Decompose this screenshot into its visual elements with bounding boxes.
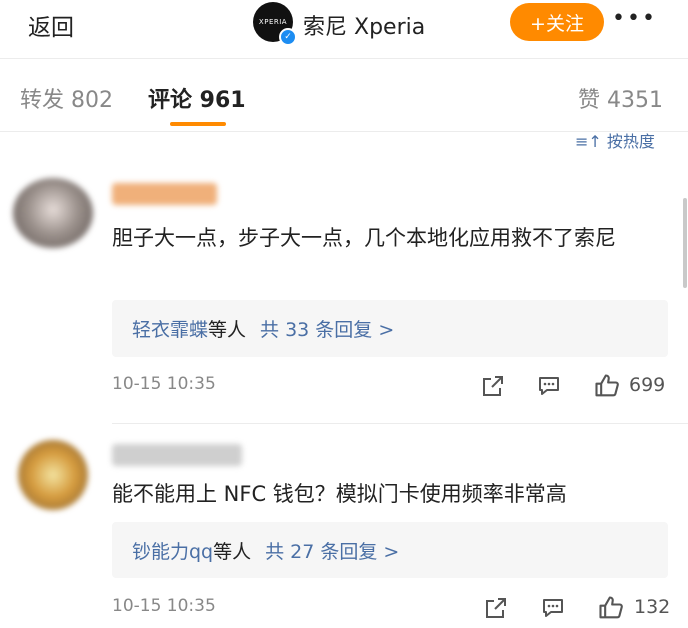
- follow-button[interactable]: +关注: [510, 3, 604, 41]
- header-divider: [0, 58, 688, 59]
- like-count: 132: [634, 596, 671, 618]
- share-icon[interactable]: [484, 596, 508, 620]
- comment-text: 能不能用上 NFC 钱包？模拟门卡使用频率非常高: [112, 482, 567, 506]
- reply-count-link[interactable]: 共 33 条回复 >: [260, 315, 394, 342]
- tab-repost[interactable]: 转发 802: [20, 82, 113, 114]
- comment-text: 胆子大一点，步子大一点，几个本地化应用救不了索尼: [112, 226, 616, 250]
- comment-time: 10-15 10:35: [112, 596, 216, 616]
- comment-username[interactable]: [112, 444, 242, 466]
- logo-text: XPERIA: [258, 18, 288, 26]
- comment-divider: [112, 423, 688, 424]
- reply-user[interactable]: 轻衣霏蝶: [132, 315, 208, 342]
- reply-summary[interactable]: 钞能力qq 等人 共 27 条回复 >: [112, 522, 668, 578]
- more-options-icon[interactable]: •••: [612, 6, 657, 31]
- back-button[interactable]: 返回: [28, 8, 74, 42]
- comment-icon[interactable]: [541, 596, 565, 620]
- sort-by-popularity-button[interactable]: ≡↑ 按热度: [575, 128, 655, 152]
- reply-summary[interactable]: 轻衣霏蝶 等人 共 33 条回复 >: [112, 300, 668, 357]
- tab-comments[interactable]: 评论 961: [148, 82, 246, 114]
- thumbs-up-icon[interactable]: [593, 372, 621, 400]
- comment-time: 10-15 10:35: [112, 374, 216, 394]
- reply-suffix: 等人: [213, 540, 252, 563]
- reply-user[interactable]: 钞能力qq: [132, 537, 213, 564]
- account-name[interactable]: 索尼 Xperia: [303, 9, 425, 41]
- tab-likes[interactable]: 赞 4351: [578, 82, 663, 114]
- like-count: 699: [629, 374, 666, 396]
- share-icon[interactable]: [481, 374, 505, 398]
- reply-suffix: 等人: [208, 319, 247, 341]
- avatar[interactable]: [13, 178, 93, 248]
- reply-count-link[interactable]: 共 27 条回复 >: [265, 537, 399, 564]
- verified-badge-icon: ✓: [279, 28, 297, 46]
- thumbs-up-icon[interactable]: [597, 594, 625, 622]
- comment-username[interactable]: [112, 183, 217, 205]
- comment-icon[interactable]: [537, 374, 561, 398]
- active-tab-indicator: [170, 122, 226, 126]
- scrollbar[interactable]: [683, 198, 687, 288]
- avatar[interactable]: [18, 440, 88, 510]
